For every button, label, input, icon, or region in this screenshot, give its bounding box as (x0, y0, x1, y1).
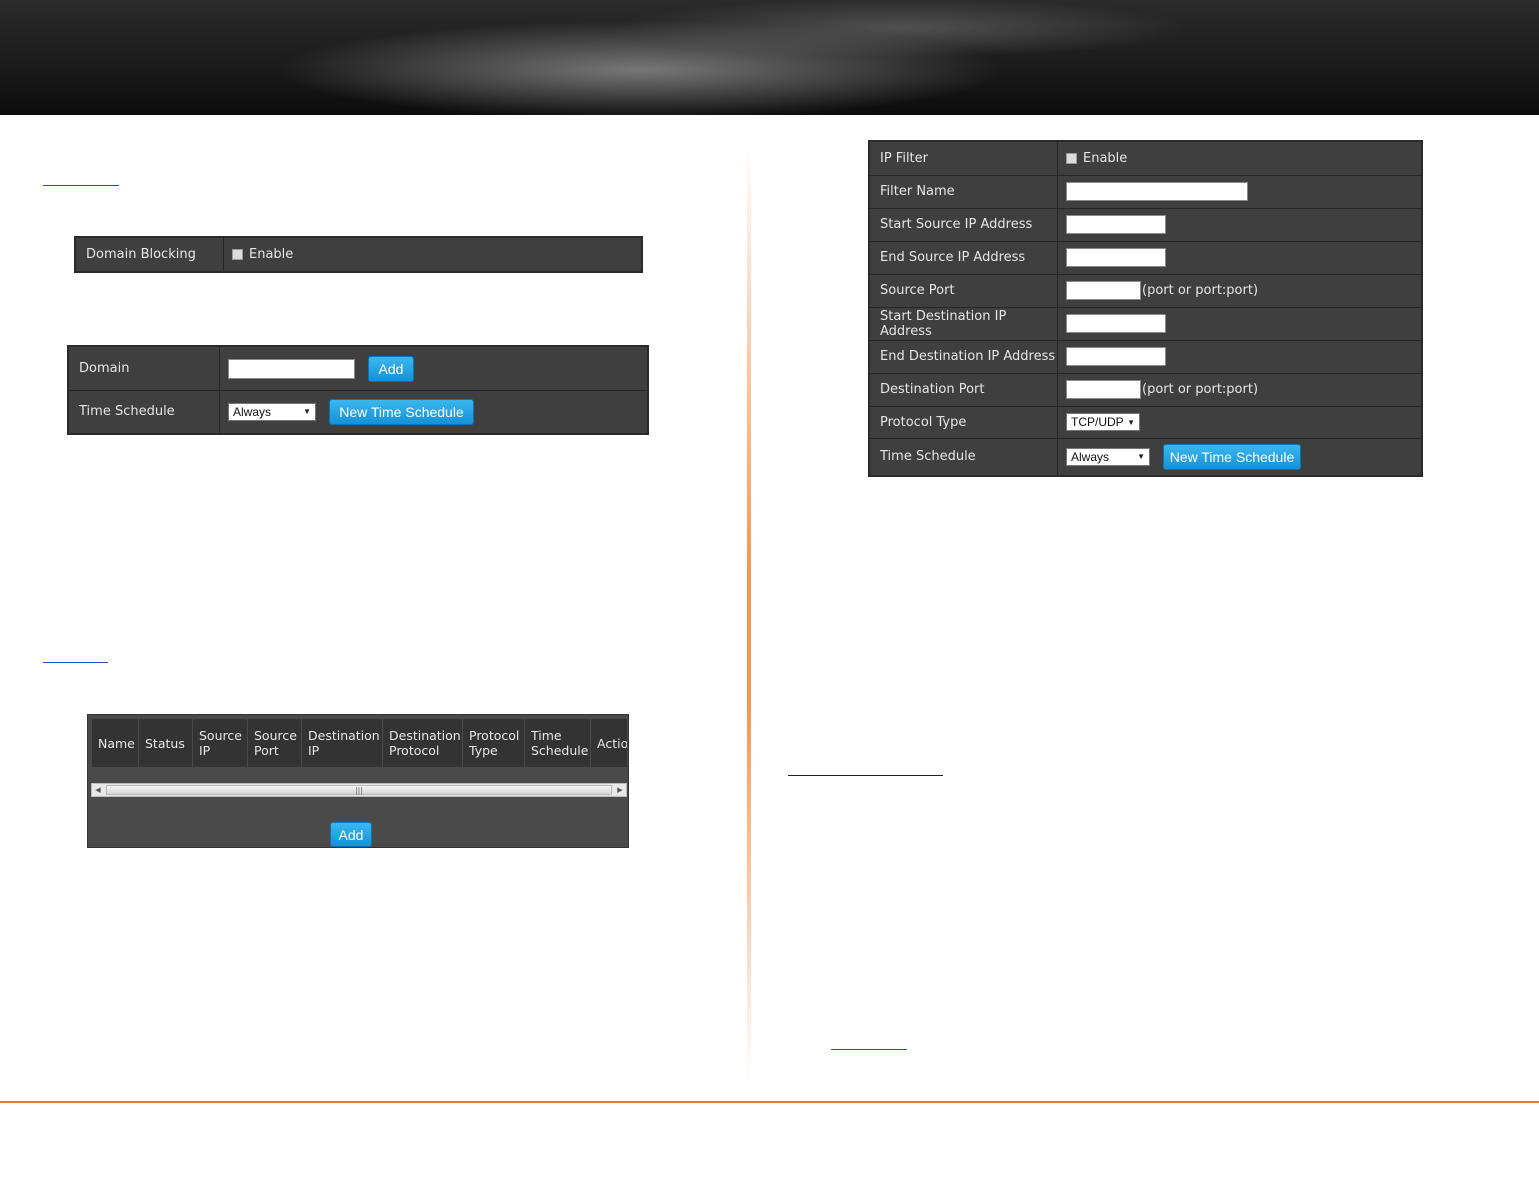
end-source-ip-value (1066, 241, 1421, 274)
domain-schedule-selected: Always (233, 404, 272, 419)
domain-blocking-row: Domain Blocking Enable (76, 238, 641, 271)
protocol-type-value: TCP/UDP ▼ (1066, 406, 1421, 438)
protocol-type-selected: TCP/UDP (1071, 415, 1124, 429)
domain-schedule-row: Time Schedule Always ▼ New Time Schedule (69, 390, 647, 433)
domain-new-schedule-button[interactable]: New Time Schedule (329, 398, 474, 425)
source-port-label: Source Port (870, 274, 1058, 307)
ip-filter-form-panel: IP Filter Enable Filter Name Start Sourc… (868, 140, 1423, 477)
end-dest-ip-value (1066, 340, 1421, 373)
filter-name-label: Filter Name (870, 175, 1058, 208)
chevron-down-icon: ▼ (303, 407, 311, 416)
chevron-down-icon: ▼ (1127, 417, 1135, 427)
scroll-left-icon[interactable]: ◀ (92, 784, 104, 796)
start-dest-ip-label: Start Destination IP Address (870, 307, 1058, 340)
domain-blocking-value: Enable (232, 238, 641, 271)
protocol-type-label: Protocol Type (870, 406, 1058, 438)
ip-filter-label: IP Filter (870, 142, 1058, 175)
protocol-type-row: Protocol Type TCP/UDP ▼ (870, 406, 1421, 439)
col-destination-ip: Destination IP (302, 719, 383, 767)
ip-filter-schedule-value: Always ▼ New Time Schedule (1066, 438, 1421, 475)
domain-add-button[interactable]: Add (368, 355, 414, 382)
dest-port-value: (port or port:port) (1066, 373, 1421, 406)
filter-name-value (1066, 175, 1421, 208)
col-protocol-type: Protocol Type (463, 719, 525, 767)
domain-schedule-label: Time Schedule (69, 390, 220, 433)
ip-filter-schedule-label: Time Schedule (870, 438, 1058, 475)
col-source-port: Source Port (248, 719, 302, 767)
link-underline-1[interactable] (43, 185, 119, 186)
domain-blocking-checkbox[interactable] (232, 249, 243, 260)
source-port-value: (port or port:port) (1066, 274, 1421, 307)
ip-filter-table-header: Name Status Source IP Source Port Destin… (92, 719, 627, 767)
domain-blocking-label: Domain Blocking (76, 238, 224, 271)
ip-filter-new-schedule-button[interactable]: New Time Schedule (1163, 443, 1301, 470)
col-name: Name (92, 719, 139, 767)
dest-port-row: Destination Port (port or port:port) (870, 373, 1421, 407)
ip-filter-value: Enable (1066, 142, 1421, 175)
dest-port-label: Destination Port (870, 373, 1058, 406)
col-source-ip: Source IP (193, 719, 248, 767)
ip-filter-row: IP Filter Enable (870, 142, 1421, 176)
domain-blocking-enable-label: Enable (249, 247, 294, 262)
dest-port-input[interactable] (1066, 380, 1141, 399)
end-source-ip-row: End Source IP Address (870, 241, 1421, 275)
link-underline-4[interactable] (831, 1049, 907, 1050)
domain-label: Domain (69, 347, 220, 390)
domain-schedule-select[interactable]: Always ▼ (228, 402, 316, 421)
end-dest-ip-label: End Destination IP Address (870, 340, 1058, 373)
protocol-type-select[interactable]: TCP/UDP ▼ (1066, 413, 1140, 431)
ip-filter-list-panel: Name Status Source IP Source Port Destin… (87, 714, 629, 848)
domain-entry-panel: Domain Add Time Schedule Always ▼ New Ti… (67, 345, 649, 435)
footer-rule (0, 1101, 1539, 1103)
ip-filter-add-button[interactable]: Add (330, 822, 372, 847)
ip-filter-enable-label: Enable (1083, 151, 1128, 166)
domain-value: Add (228, 347, 647, 390)
col-destination-protocol: Destination Protocol (383, 719, 463, 767)
start-dest-ip-value (1066, 307, 1421, 340)
start-source-ip-row: Start Source IP Address (870, 208, 1421, 242)
start-dest-ip-row: Start Destination IP Address (870, 307, 1421, 341)
filter-name-input[interactable] (1066, 182, 1248, 201)
col-time-schedule: Time Schedule (525, 719, 591, 767)
domain-schedule-value: Always ▼ New Time Schedule (228, 390, 647, 433)
end-source-ip-label: End Source IP Address (870, 241, 1058, 274)
column-divider (747, 145, 751, 1080)
source-port-hint: (port or port:port) (1142, 283, 1259, 298)
dest-port-hint: (port or port:port) (1142, 382, 1259, 397)
scroll-right-icon[interactable]: ▶ (614, 784, 626, 796)
ip-filter-schedule-selected: Always (1071, 449, 1110, 464)
domain-input[interactable] (228, 358, 355, 379)
end-source-ip-input[interactable] (1066, 248, 1166, 267)
start-dest-ip-input[interactable] (1066, 314, 1166, 333)
ip-filter-schedule-select[interactable]: Always ▼ (1066, 447, 1150, 466)
col-action: Actio (591, 719, 627, 767)
start-source-ip-input[interactable] (1066, 215, 1166, 234)
ip-filter-schedule-row: Time Schedule Always ▼ New Time Schedule (870, 438, 1421, 475)
start-source-ip-label: Start Source IP Address (870, 208, 1058, 241)
ip-filter-enable-checkbox[interactable] (1066, 153, 1077, 164)
filter-name-row: Filter Name (870, 175, 1421, 209)
end-dest-ip-input[interactable] (1066, 347, 1166, 366)
horizontal-scrollbar[interactable]: ◀ ||| ▶ (91, 783, 627, 797)
source-port-row: Source Port (port or port:port) (870, 274, 1421, 308)
domain-row: Domain Add (69, 347, 647, 391)
source-port-input[interactable] (1066, 281, 1141, 300)
link-underline-3[interactable] (788, 775, 943, 776)
link-underline-2[interactable] (43, 662, 108, 663)
domain-blocking-panel: Domain Blocking Enable (74, 236, 643, 273)
col-status: Status (139, 719, 193, 767)
chevron-down-icon: ▼ (1137, 452, 1145, 461)
scroll-thumb[interactable]: ||| (106, 785, 612, 795)
end-dest-ip-row: End Destination IP Address (870, 340, 1421, 374)
header-banner (0, 0, 1539, 115)
start-source-ip-value (1066, 208, 1421, 241)
